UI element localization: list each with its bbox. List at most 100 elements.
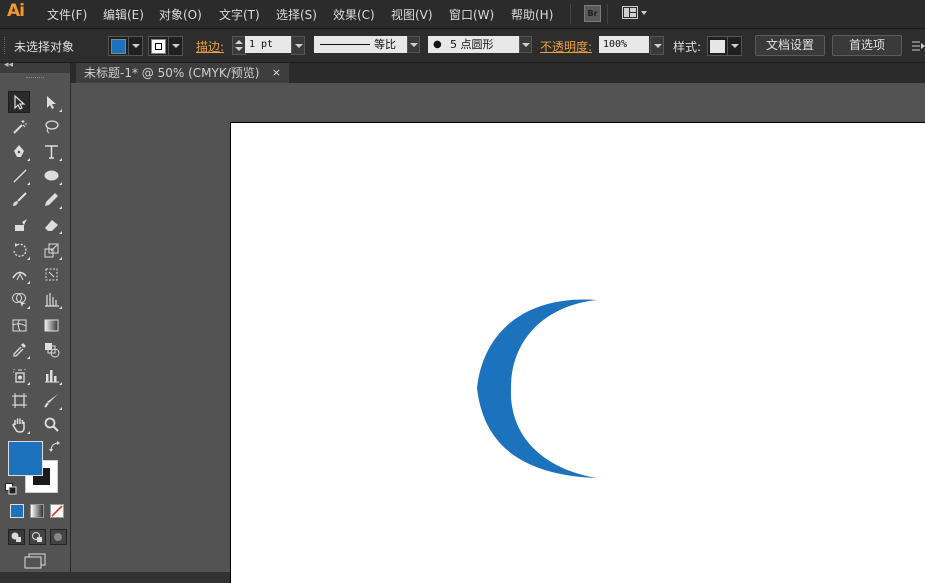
graphic-style-dropdown[interactable]: [707, 36, 742, 56]
default-fill-stroke-icon[interactable]: [5, 483, 17, 498]
shape-builder-tool[interactable]: [8, 288, 30, 310]
bridge-button[interactable]: Br: [584, 5, 601, 22]
menu-file[interactable]: 文件(F): [47, 6, 87, 23]
eraser-tool[interactable]: [40, 213, 62, 235]
type-tool[interactable]: [40, 140, 62, 162]
type-t-icon: [44, 144, 58, 159]
lasso-tool[interactable]: [40, 115, 62, 137]
blend-tool[interactable]: [40, 338, 62, 360]
free-transform-icon: [45, 268, 57, 280]
blend-icon: [44, 342, 59, 357]
hand-tool[interactable]: [8, 413, 30, 435]
paintbrush-tool[interactable]: [8, 188, 30, 210]
fill-color-swatch[interactable]: [8, 441, 43, 476]
menu-edit[interactable]: 编辑(E): [103, 6, 144, 23]
selection-tool[interactable]: [8, 91, 30, 113]
crescent-shape[interactable]: [469, 293, 609, 483]
stroke-weight-stepper[interactable]: [232, 36, 246, 55]
document-setup-button[interactable]: 文档设置: [755, 35, 825, 56]
menu-select[interactable]: 选择(S): [276, 6, 317, 23]
perspective-grid-icon: [44, 292, 59, 307]
app-logo: Ai: [7, 1, 25, 21]
artboard-icon: [11, 392, 27, 408]
pencil-tool[interactable]: [40, 188, 62, 210]
rotate-tool[interactable]: [8, 239, 30, 261]
menu-type[interactable]: 文字(T): [219, 6, 260, 23]
gradient-tool[interactable]: [40, 314, 62, 336]
stroke-weight-input[interactable]: 1 pt: [245, 36, 292, 53]
menu-help[interactable]: 帮助(H): [511, 6, 553, 23]
draw-behind-button[interactable]: [29, 529, 46, 545]
artboard[interactable]: [230, 122, 925, 583]
draw-inside-button[interactable]: [50, 529, 67, 545]
document-tab-bar: 未标题-1* @ 50% (CMYK/预览) ×: [71, 63, 925, 83]
fill-color-dropdown[interactable]: [108, 36, 143, 56]
mesh-tool[interactable]: [8, 314, 30, 336]
panel-menu-icon[interactable]: [912, 40, 925, 55]
eyedropper-icon: [12, 342, 26, 357]
gradient-mode-button[interactable]: [30, 504, 44, 518]
chevron-down-icon: [291, 35, 305, 55]
menu-effect[interactable]: 效果(C): [333, 6, 375, 23]
pen-tool[interactable]: [8, 140, 30, 162]
selection-status: 未选择对象: [14, 40, 75, 54]
screen-mode-button[interactable]: [24, 553, 46, 572]
ellipse-icon: [44, 170, 58, 180]
color-mode-button[interactable]: [10, 504, 24, 518]
menu-bar: Ai 文件(F) 编辑(E) 对象(O) 文字(T) 选择(S) 效果(C) 视…: [0, 0, 925, 29]
draw-normal-button[interactable]: [8, 529, 25, 545]
slice-tool[interactable]: [40, 389, 62, 411]
pencil-icon: [44, 192, 58, 206]
stroke-weight-dropdown[interactable]: [291, 35, 305, 55]
opacity-dropdown[interactable]: [650, 35, 664, 55]
opacity-input[interactable]: 100%: [599, 36, 649, 53]
menu-window[interactable]: 窗口(W): [449, 6, 494, 23]
panel-grip[interactable]: [26, 77, 44, 80]
ellipse-tool[interactable]: [40, 164, 62, 186]
eyedropper-tool[interactable]: [8, 338, 30, 360]
stroke-color-dropdown[interactable]: [148, 36, 183, 56]
artboard-tool[interactable]: [8, 389, 30, 411]
symbol-sprayer-tool[interactable]: [8, 364, 30, 386]
stroke-swatch: [151, 38, 166, 54]
workspace-switcher-button[interactable]: [622, 5, 650, 21]
preferences-button[interactable]: 首选项: [832, 35, 902, 56]
column-graph-tool[interactable]: [40, 364, 62, 386]
stroke-label[interactable]: 描边:: [196, 38, 224, 55]
direct-selection-tool[interactable]: [40, 91, 62, 113]
panel-grip[interactable]: [4, 37, 8, 54]
screen-mode-icon: [24, 553, 46, 569]
close-icon[interactable]: ×: [272, 63, 281, 83]
perspective-grid-tool[interactable]: [40, 288, 62, 310]
width-tool[interactable]: [8, 263, 30, 285]
document-tab[interactable]: 未标题-1* @ 50% (CMYK/预览) ×: [76, 63, 289, 83]
hand-icon: [11, 418, 25, 433]
width-icon: [11, 271, 27, 280]
tools-panel: ◂◂: [0, 60, 71, 572]
chevron-down-icon: [727, 37, 741, 55]
variable-width-profile-dropdown[interactable]: 等比: [314, 36, 420, 53]
lasso-icon: [44, 119, 59, 133]
magic-wand-tool[interactable]: [8, 115, 30, 137]
collapse-panel-icon[interactable]: ◂◂: [4, 60, 13, 70]
zoom-tool[interactable]: [40, 413, 62, 435]
line-segment-tool[interactable]: [8, 164, 30, 186]
brush-definition-dropdown[interactable]: ● 5 点圆形: [428, 36, 532, 53]
free-transform-tool[interactable]: [40, 263, 62, 285]
gradient-icon: [44, 319, 58, 331]
magnifier-icon: [44, 417, 59, 432]
menu-view[interactable]: 视图(V): [391, 6, 433, 23]
selection-arrow-icon: [13, 94, 26, 110]
menu-object[interactable]: 对象(O): [159, 6, 202, 23]
canvas-area[interactable]: [71, 83, 925, 583]
swap-fill-stroke-icon[interactable]: [49, 441, 61, 456]
opacity-label[interactable]: 不透明度:: [540, 38, 592, 55]
blob-brush-tool[interactable]: [8, 213, 30, 235]
chevron-down-icon: [128, 37, 142, 55]
scale-tool[interactable]: [40, 239, 62, 261]
none-mode-button[interactable]: [50, 504, 64, 518]
symbol-sprayer-icon: [12, 368, 25, 383]
rotate-icon: [12, 242, 27, 257]
mesh-icon: [12, 319, 26, 331]
menu-separator: [607, 4, 608, 24]
